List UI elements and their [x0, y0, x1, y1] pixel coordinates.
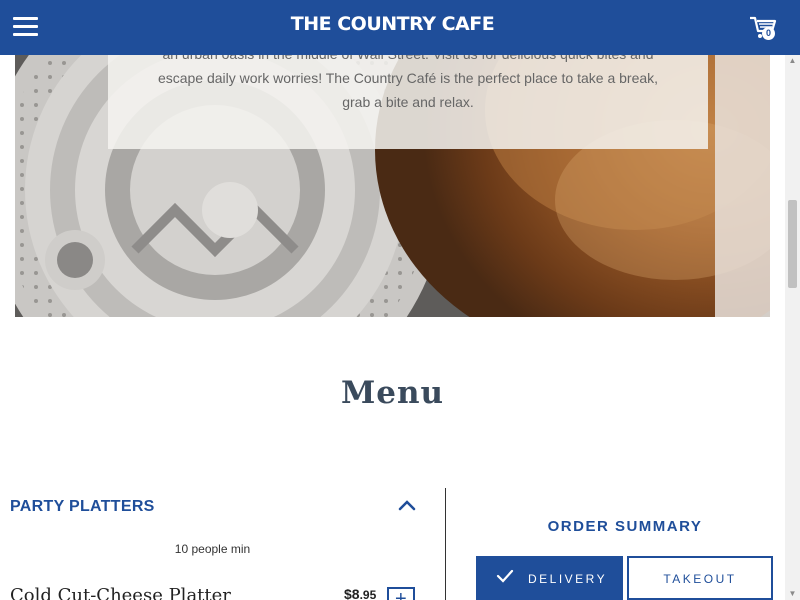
menu-item-name[interactable]: Cold Cut-Cheese Platter [10, 585, 231, 600]
top-navbar: THE COUNTRY CAFE 0 [0, 0, 800, 55]
takeout-label: TAKEOUT [663, 572, 737, 586]
price-cents: .95 [359, 588, 377, 600]
check-icon [496, 569, 514, 583]
scroll-up-arrow-icon[interactable]: ▲ [788, 57, 797, 65]
menu-heading: Menu [340, 375, 445, 411]
scrollbar-thumb[interactable] [788, 200, 797, 288]
menu-item-price: $8.95 [344, 586, 376, 600]
category-note: 10 people min [174, 542, 251, 556]
order-summary-title: ORDER SUMMARY [547, 518, 703, 535]
column-divider [445, 488, 446, 600]
chevron-up-icon[interactable] [398, 498, 416, 512]
plus-icon: + [395, 588, 407, 600]
delivery-button[interactable]: DELIVERY [476, 556, 623, 600]
category-title[interactable]: PARTY PLATTERS [10, 498, 155, 516]
brand-logo[interactable]: THE COUNTRY CAFE [0, 13, 785, 35]
scroll-down-arrow-icon[interactable]: ▼ [788, 590, 797, 598]
takeout-button[interactable]: TAKEOUT [627, 556, 773, 600]
add-item-button[interactable]: + [387, 587, 415, 600]
cart-count-badge: 0 [762, 27, 775, 40]
delivery-label: DELIVERY [528, 572, 608, 586]
price-dollars: $8 [344, 586, 360, 600]
